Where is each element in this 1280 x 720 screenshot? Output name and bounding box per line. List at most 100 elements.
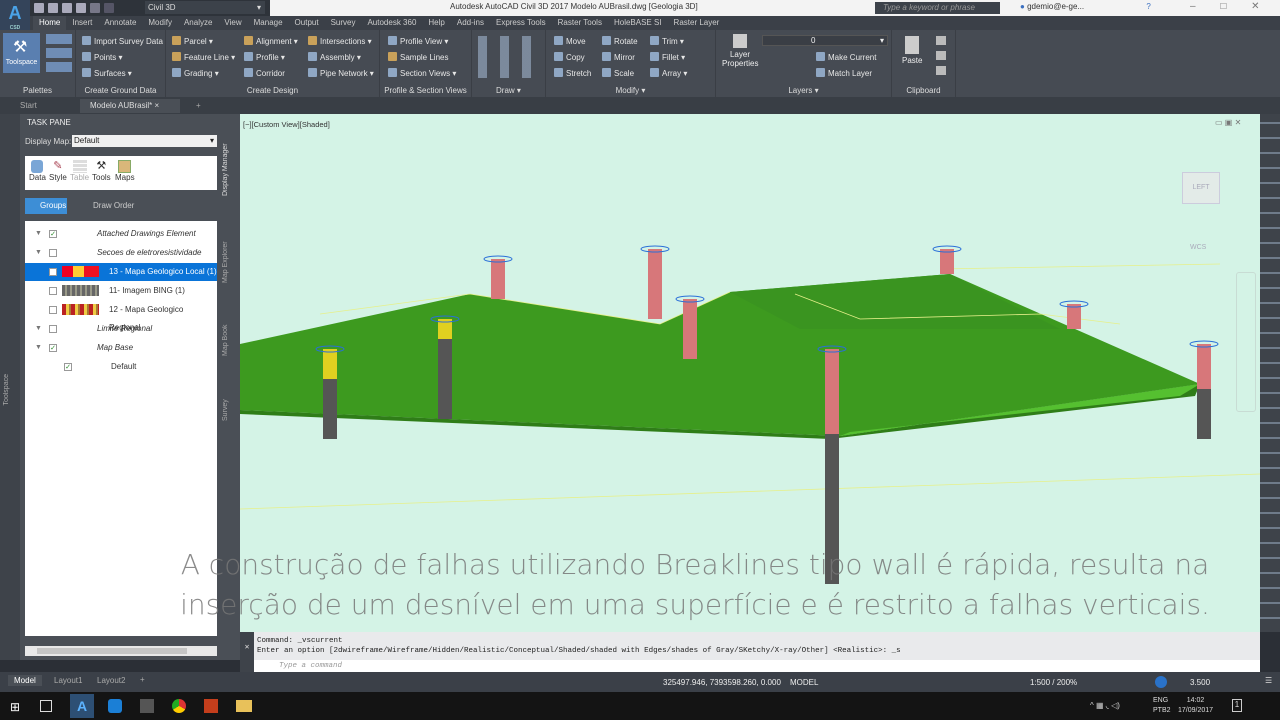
sample-lines-button[interactable]: Sample Lines xyxy=(388,52,448,62)
application-menu-button[interactable]: A CSD xyxy=(0,0,30,31)
ribbon-tab-express-tools[interactable]: Express Tools xyxy=(490,16,552,30)
ribbon-tab-survey[interactable]: Survey xyxy=(325,16,362,30)
expand-icon[interactable]: ▼ xyxy=(35,320,42,338)
navigation-bar[interactable] xyxy=(1236,272,1256,412)
viewcube[interactable]: LEFT xyxy=(1182,172,1220,204)
layer-tree-item[interactable]: ▼ ✓ Attached Drawings Element xyxy=(25,225,217,243)
table-button[interactable]: Table xyxy=(70,160,89,182)
ribbon-tab-raster-tools[interactable]: Raster Tools xyxy=(552,16,608,30)
visibility-checkbox[interactable]: ✓ xyxy=(49,344,57,352)
points-button[interactable]: Points ▾ xyxy=(82,52,122,62)
display-map-select[interactable]: Default ▾ xyxy=(72,135,217,147)
fillet-button[interactable]: Fillet ▾ xyxy=(650,52,685,62)
visibility-checkbox[interactable] xyxy=(49,325,57,333)
ribbon-tab-annotate[interactable]: Annotate xyxy=(98,16,142,30)
array-button[interactable]: Array ▾ xyxy=(650,68,687,78)
language-indicator[interactable]: ENG PTB2 xyxy=(1153,696,1171,716)
side-tab-map-explorer[interactable]: Map Explorer xyxy=(222,225,240,300)
ribbon-tab-home[interactable]: Home xyxy=(33,16,67,30)
intersections-button[interactable]: Intersections ▾ xyxy=(308,36,372,46)
side-tab-map-book[interactable]: Map Book xyxy=(222,310,240,370)
layer-dropdown[interactable]: 0 ▾ xyxy=(762,35,888,46)
layer-tree-item[interactable]: 11- Imagem BING (1) xyxy=(25,282,217,300)
expand-icon[interactable]: ▼ xyxy=(35,339,42,357)
profile-button[interactable]: Profile ▾ xyxy=(244,52,285,62)
scale-button[interactable]: Scale xyxy=(602,68,634,78)
cut-copy-icons[interactable] xyxy=(936,36,946,76)
undo-icon[interactable] xyxy=(90,3,100,13)
layer-properties-button[interactable]: Layer Properties xyxy=(722,34,758,68)
trim-button[interactable]: Trim ▾ xyxy=(650,36,684,46)
toolspace-strip[interactable]: Toolspace xyxy=(0,114,20,660)
viewport-window-controls[interactable]: ▭ ▣ ✕ xyxy=(1215,118,1241,127)
pipe-network-button[interactable]: Pipe Network ▾ xyxy=(308,68,374,78)
paste-button[interactable]: Paste xyxy=(902,36,922,65)
calculator-icon[interactable] xyxy=(140,699,154,713)
ribbon-tab-manage[interactable]: Manage xyxy=(248,16,289,30)
move-button[interactable]: Move xyxy=(554,36,586,46)
make-current-button[interactable]: Make Current xyxy=(816,52,876,62)
close-tab-icon[interactable]: × xyxy=(154,101,159,110)
feature-line-button[interactable]: Feature Line ▾ xyxy=(172,52,235,62)
layer-tree-item[interactable]: 13 - Mapa Geologico Local (1) xyxy=(25,263,217,281)
right-toolbar[interactable] xyxy=(1260,114,1280,632)
minimize-icon[interactable]: – xyxy=(1190,1,1196,12)
save-icon[interactable] xyxy=(62,3,72,13)
maximize-icon[interactable]: □ xyxy=(1220,1,1226,12)
redo-icon[interactable] xyxy=(104,3,114,13)
layer-tree-item[interactable]: 12 - Mapa Geologico Regional xyxy=(25,301,217,332)
tab-layout1[interactable]: Layout1 xyxy=(54,676,82,685)
copy-button[interactable]: Copy xyxy=(554,52,585,62)
customize-menu-icon[interactable]: ☰ xyxy=(1265,676,1272,685)
command-input[interactable]: Type a command xyxy=(254,660,1260,672)
ribbon-tab-holebase-si[interactable]: HoleBASE SI xyxy=(608,16,668,30)
visibility-checkbox[interactable] xyxy=(49,249,57,257)
visibility-checkbox[interactable]: ✓ xyxy=(49,230,57,238)
task-view-icon[interactable] xyxy=(40,700,52,712)
new-icon[interactable] xyxy=(34,3,44,13)
ribbon-tab-raster-layer[interactable]: Raster Layer xyxy=(668,16,726,30)
expand-icon[interactable]: ▼ xyxy=(35,244,42,262)
notifications-icon[interactable]: 1 xyxy=(1232,699,1242,712)
ribbon-tab-help[interactable]: Help xyxy=(422,16,450,30)
tools-button[interactable]: ⚒ Tools xyxy=(92,160,111,182)
add-layout-button[interactable]: + xyxy=(140,675,145,684)
parcel-button[interactable]: Parcel ▾ xyxy=(172,36,213,46)
draw-order-button[interactable]: Draw Order xyxy=(80,198,134,214)
clock[interactable]: 14:02 17/09/2017 xyxy=(1178,696,1213,716)
visibility-checkbox[interactable] xyxy=(49,268,57,276)
workspace-select[interactable]: Civil 3D ▾ xyxy=(145,1,265,14)
stretch-button[interactable]: Stretch xyxy=(554,68,591,78)
help-search-input[interactable]: Type a keyword or phrase xyxy=(875,2,1000,14)
powerpoint-icon[interactable] xyxy=(204,699,218,713)
corridor-button[interactable]: Corridor xyxy=(244,68,285,78)
visibility-checkbox[interactable] xyxy=(49,306,57,314)
tray-icons[interactable]: ^ ▦ ◟ ◁) xyxy=(1090,701,1120,710)
toolspace-button[interactable]: Toolspace ⚒ xyxy=(3,33,40,73)
surfaces-button[interactable]: Surfaces ▾ xyxy=(82,68,132,78)
visibility-checkbox[interactable]: ✓ xyxy=(64,363,72,371)
section-views-button[interactable]: Section Views ▾ xyxy=(388,68,456,78)
isolate-objects-icon[interactable] xyxy=(1155,676,1167,688)
ribbon-tab-view[interactable]: View xyxy=(218,16,247,30)
palette-buttons-icon[interactable] xyxy=(46,34,72,74)
print-icon[interactable] xyxy=(76,3,86,13)
autocad-taskbar-icon[interactable]: A xyxy=(70,694,94,718)
user-account[interactable]: ● gdemio@e-ge... ? xyxy=(1020,2,1151,11)
viewport-controls-label[interactable]: [−][Custom View][Shaded] xyxy=(243,120,330,129)
data-button[interactable]: Data xyxy=(29,160,46,182)
help-icon[interactable]: ? xyxy=(1146,2,1150,11)
windows-start-icon[interactable]: ⊞ xyxy=(10,700,20,714)
ribbon-tab-insert[interactable]: Insert xyxy=(66,16,98,30)
horizontal-scrollbar[interactable] xyxy=(25,646,217,656)
file-explorer-icon[interactable] xyxy=(236,700,252,712)
ribbon-tab-modify[interactable]: Modify xyxy=(142,16,178,30)
expand-icon[interactable]: ▼ xyxy=(35,225,42,243)
groups-button[interactable]: Groups xyxy=(25,198,67,214)
ribbon-tab-add-ins[interactable]: Add-ins xyxy=(451,16,490,30)
visibility-checkbox[interactable] xyxy=(49,287,57,295)
edge-icon[interactable] xyxy=(108,699,122,713)
layer-tree-item[interactable]: ▼ ✓ Map Base xyxy=(25,339,217,357)
side-tab-survey[interactable]: Survey xyxy=(222,385,240,435)
model-space-toggle[interactable]: MODEL xyxy=(790,678,818,687)
